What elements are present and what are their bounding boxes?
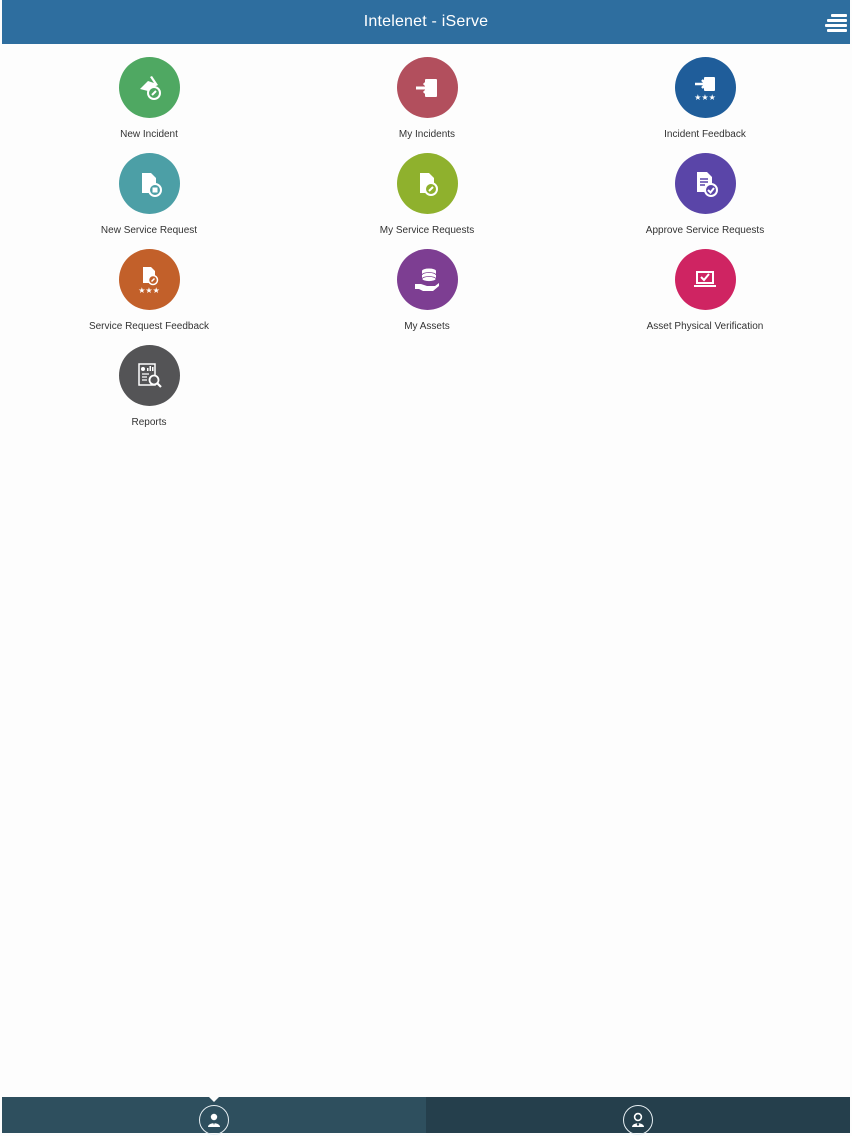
tile-incident-feedback[interactable]: ★★★ Incident Feedback — [605, 57, 805, 140]
tile-label: Incident Feedback — [664, 129, 746, 140]
tile-label: Approve Service Requests — [645, 225, 765, 236]
reports-icon — [118, 345, 180, 406]
tile-label: New Incident — [120, 129, 178, 140]
tile-new-service-request[interactable]: New Service Request — [49, 153, 249, 236]
tile-label: My Assets — [404, 321, 450, 332]
user-tab[interactable] — [2, 1096, 426, 1135]
user-icon — [199, 1105, 229, 1135]
app-header: Intelenet - iServe — [2, 0, 850, 44]
tile-approve-service-requests[interactable]: Approve Service Requests — [605, 153, 805, 236]
incident-feedback-icon: ★★★ — [674, 57, 736, 118]
tile-label: Asset Physical Verification — [646, 321, 764, 332]
tile-my-service-requests[interactable]: My Service Requests — [327, 153, 527, 236]
profile-icon — [623, 1105, 653, 1135]
tile-label: My Service Requests — [379, 225, 475, 236]
tile-label: New Service Request — [100, 225, 198, 236]
profile-tab[interactable] — [426, 1097, 850, 1135]
tile-label: Service Request Feedback — [88, 321, 210, 332]
approve-service-requests-icon — [674, 153, 736, 214]
asset-verification-icon — [674, 249, 736, 310]
tile-label: Reports — [131, 417, 167, 428]
tile-new-incident[interactable]: New Incident — [49, 57, 249, 140]
menu-icon[interactable] — [825, 14, 847, 32]
tile-my-assets[interactable]: My Assets — [327, 249, 527, 332]
new-incident-icon — [118, 57, 180, 118]
bottom-tab-bar — [2, 1096, 850, 1135]
my-incidents-icon — [396, 57, 458, 118]
tile-asset-physical-verification[interactable]: Asset Physical Verification — [605, 249, 805, 332]
app-title: Intelenet - iServe — [363, 13, 489, 30]
new-service-request-icon — [118, 153, 180, 214]
tile-label: My Incidents — [398, 129, 456, 140]
tile-service-request-feedback[interactable]: ★★★ Service Request Feedback — [49, 249, 249, 332]
my-assets-icon — [396, 249, 458, 310]
svg-text:★★★: ★★★ — [138, 286, 160, 295]
active-tab-indicator — [208, 1096, 220, 1102]
svg-text:★★★: ★★★ — [694, 93, 716, 102]
tile-reports[interactable]: Reports — [49, 345, 249, 428]
tile-my-incidents[interactable]: My Incidents — [327, 57, 527, 140]
service-request-feedback-icon: ★★★ — [118, 249, 180, 310]
my-service-requests-icon — [396, 153, 458, 214]
